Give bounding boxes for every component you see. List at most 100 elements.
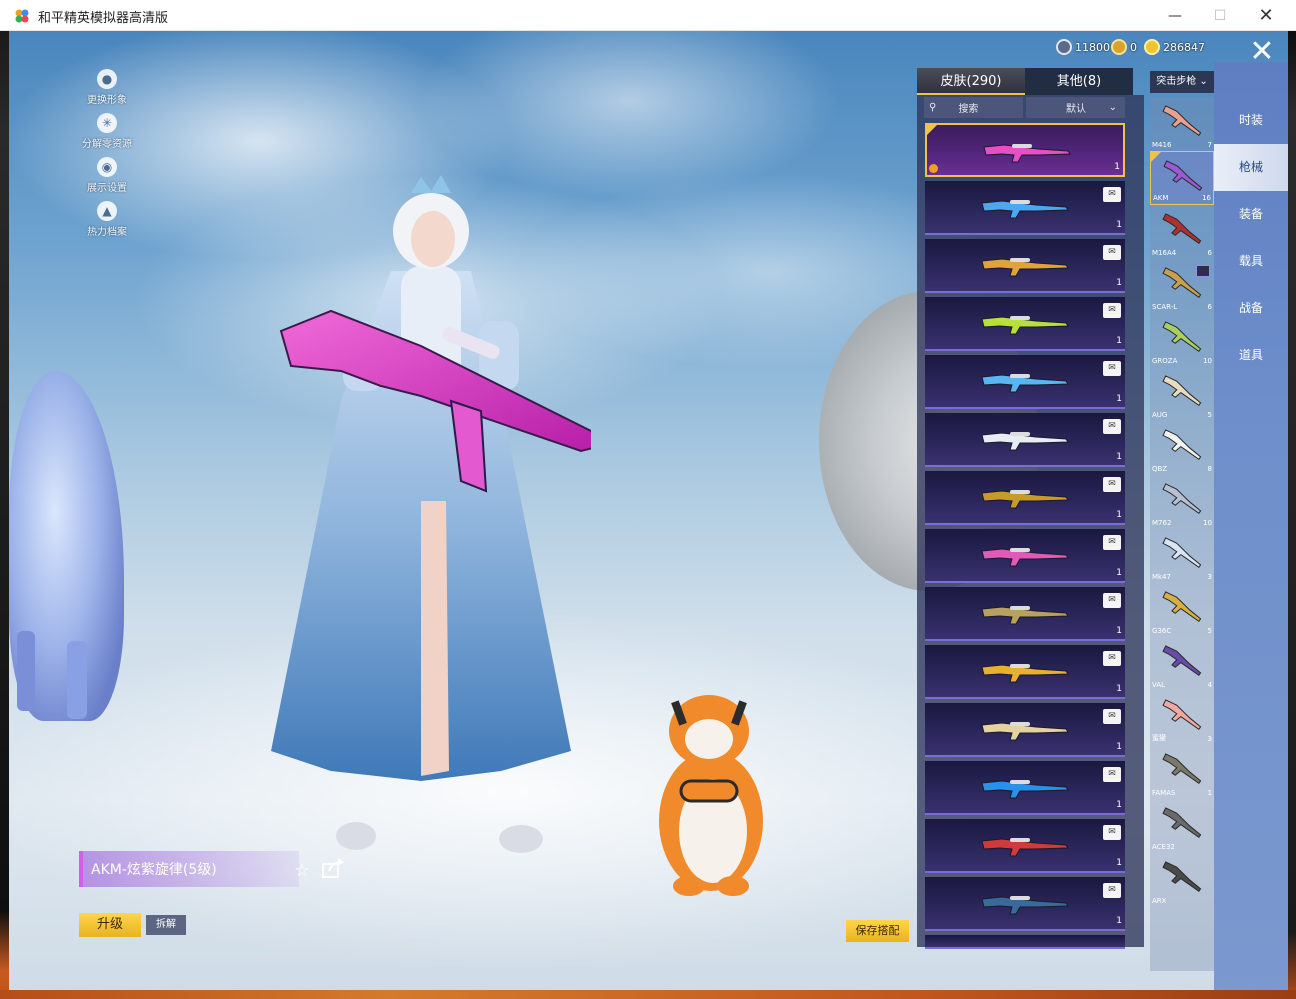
weapon-type-akm[interactable]: AKM 16 — [1150, 151, 1214, 205]
gift-icon[interactable]: ✉ — [1103, 419, 1121, 434]
category-tab[interactable]: 装备 — [1214, 191, 1288, 238]
tiger-pet[interactable] — [651, 681, 771, 896]
gift-icon[interactable]: ✉ — [1103, 535, 1121, 550]
rifle-icon — [1158, 807, 1206, 839]
window-title: 和平精英模拟器高清版 — [38, 11, 169, 26]
rifle-icon — [1158, 429, 1206, 461]
weapon-type-蜜獾[interactable]: 蜜獾 3 — [1150, 691, 1214, 745]
skin-card[interactable]: ✉ 1 — [925, 645, 1125, 699]
weapon-type-arx[interactable]: ARX — [1150, 853, 1214, 907]
category-tab[interactable]: 时装 — [1214, 97, 1288, 144]
chevron-down-icon: ⌄ — [1199, 76, 1208, 87]
rifle-icon — [1158, 213, 1206, 245]
weapon-type-val[interactable]: VAL 4 — [1150, 637, 1214, 691]
weapon-type-m16a4[interactable]: M16A4 6 — [1150, 205, 1214, 259]
upgrade-button[interactable]: 升级 — [79, 913, 141, 937]
weapon-type-m416[interactable]: M416 7 — [1150, 97, 1214, 151]
side-item-decompose[interactable]: ✳ 分解零资源 — [71, 113, 143, 150]
sort-dropdown[interactable]: 默认 ⌄ — [1026, 97, 1125, 118]
close-window-button[interactable]: ✕ — [1243, 0, 1289, 31]
skin-count: 1 — [1116, 626, 1122, 636]
side-menu: ● 更换形象 ✳ 分解零资源 ◉ 展示设置 ▲ 热力档案 — [71, 69, 143, 245]
skin-card[interactable]: ✉ 1 — [925, 761, 1125, 815]
gift-icon[interactable]: ✉ — [1103, 767, 1121, 782]
skin-card[interactable]: ✉ 1 — [925, 587, 1125, 641]
gift-icon[interactable]: ✉ — [1103, 245, 1121, 260]
skin-list: 1 ✉ 1 ✉ 1 ✉ 1 ✉ 1 ✉ 1 ✉ 1 ✉ 1 ✉ 1 ✉ 1 ✉ 1 ✉ 1 ✉ 1 ✉ 1 — [925, 123, 1125, 953]
weapon-type-name: SCAR-L — [1152, 303, 1178, 311]
game-viewport: ● 更换形象 ✳ 分解零资源 ◉ 展示设置 ▲ 热力档案 11800 0 286… — [9, 31, 1288, 990]
weapon-type-name: M16A4 — [1152, 249, 1177, 257]
rifle-skin-icon — [980, 719, 1070, 741]
side-item-heat-archive[interactable]: ▲ 热力档案 — [71, 201, 143, 238]
category-tab[interactable]: 载具 — [1214, 238, 1288, 285]
save-outfit-button[interactable]: 保存搭配 — [846, 920, 909, 942]
weapon-type-aug[interactable]: AUG 5 — [1150, 367, 1214, 421]
maximize-button[interactable]: ☐ — [1197, 0, 1243, 31]
rifle-icon — [1158, 105, 1206, 137]
tab-skins[interactable]: 皮肤(290) — [917, 68, 1025, 95]
gift-icon[interactable]: ✉ — [1103, 883, 1121, 898]
side-item-change-look[interactable]: ● 更换形象 — [71, 69, 143, 106]
weapon-type-m762[interactable]: M762 10 — [1150, 475, 1214, 529]
minimize-button[interactable]: — — [1152, 0, 1198, 31]
category-tab[interactable]: 道具 — [1214, 332, 1288, 379]
skin-card[interactable]: ✉ 1 — [925, 703, 1125, 757]
weapon-type-dropdown[interactable]: 突击步枪 ⌄ — [1150, 71, 1214, 93]
skin-card[interactable]: ✉ 1 — [925, 529, 1125, 583]
weapon-type-g36c[interactable]: G36C 5 — [1150, 583, 1214, 637]
rifle-skin-icon — [980, 545, 1070, 567]
search-input[interactable]: ⚲ 搜索 — [924, 97, 1023, 118]
skin-card[interactable] — [925, 935, 1125, 949]
star-icon[interactable]: ☆ — [294, 860, 310, 881]
weapon-type-count: 8 — [1207, 465, 1212, 473]
skin-card[interactable]: 1 — [925, 123, 1125, 177]
skin-card[interactable]: ✉ 1 — [925, 877, 1125, 931]
player-character[interactable] — [271, 171, 591, 891]
weapon-type-list: M416 7 AKM 16 M16A4 6 SCAR-L 6 GROZA 10 AUG 5 QBZ 8 M7… — [1150, 97, 1214, 971]
skin-count: 1 — [1116, 858, 1122, 868]
weapon-type-qbz[interactable]: QBZ 8 — [1150, 421, 1214, 475]
gift-icon[interactable]: ✉ — [1103, 825, 1121, 840]
skin-count: 1 — [1116, 684, 1122, 694]
weapon-type-ace32[interactable]: ACE32 — [1150, 799, 1214, 853]
rifle-skin-icon — [980, 313, 1070, 335]
skin-card[interactable]: ✉ 1 — [925, 239, 1125, 293]
currency-globe: 11800 — [1056, 39, 1110, 55]
weapon-type-label: 突击步枪 — [1156, 76, 1197, 87]
share-icon[interactable] — [322, 858, 344, 878]
skin-card[interactable]: ✉ 1 — [925, 471, 1125, 525]
weapon-type-count: 4 — [1207, 681, 1212, 689]
skin-card[interactable]: ✉ 1 — [925, 181, 1125, 235]
tab-others[interactable]: 其他(8) — [1025, 68, 1133, 95]
gift-icon[interactable]: ✉ — [1103, 709, 1121, 724]
gift-icon[interactable]: ✉ — [1103, 477, 1121, 492]
weapon-type-name: QBZ — [1152, 465, 1168, 473]
host-frame-right — [1288, 31, 1296, 999]
gift-icon[interactable]: ✉ — [1103, 187, 1121, 202]
gift-icon[interactable]: ✉ — [1103, 651, 1121, 666]
weapon-type-famas[interactable]: FAMAS 1 — [1150, 745, 1214, 799]
side-item-display-settings[interactable]: ◉ 展示设置 — [71, 157, 143, 194]
rifle-skin-icon — [980, 429, 1070, 451]
weapon-type-scar-l[interactable]: SCAR-L 6 — [1150, 259, 1214, 313]
gift-icon[interactable]: ✉ — [1103, 361, 1121, 376]
gift-icon[interactable]: ✉ — [1103, 593, 1121, 608]
weapon-type-groza[interactable]: GROZA 10 — [1150, 313, 1214, 367]
gift-icon[interactable]: ✉ — [1103, 303, 1121, 318]
skin-card[interactable]: ✉ 1 — [925, 297, 1125, 351]
side-item-label: 分解零资源 — [82, 139, 132, 150]
dismantle-button[interactable]: 拆解 — [146, 915, 186, 935]
globe-coin-icon — [1056, 39, 1072, 55]
currency-value: 11800 — [1075, 40, 1110, 54]
rifle-skin-icon — [980, 835, 1070, 857]
category-tab[interactable]: 枪械 — [1214, 144, 1288, 191]
skin-card[interactable]: ✉ 1 — [925, 819, 1125, 873]
skin-count: 1 — [1114, 162, 1120, 172]
skin-card[interactable]: ✉ 1 — [925, 413, 1125, 467]
weapon-type-mk47[interactable]: Mk47 3 — [1150, 529, 1214, 583]
skin-count: 1 — [1116, 336, 1122, 346]
rifle-skin-icon — [980, 487, 1070, 509]
category-tab[interactable]: 战备 — [1214, 285, 1288, 332]
skin-card[interactable]: ✉ 1 — [925, 355, 1125, 409]
